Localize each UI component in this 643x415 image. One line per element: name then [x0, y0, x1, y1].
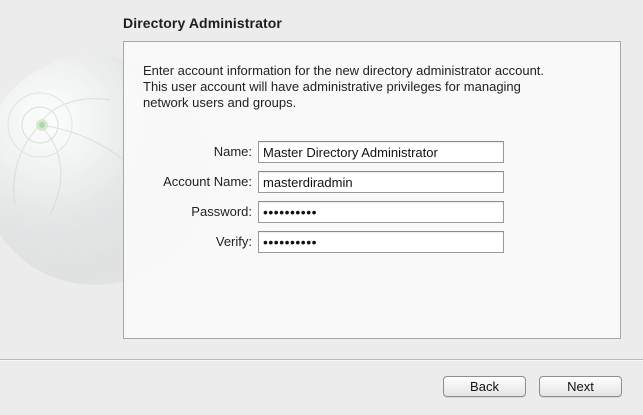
account-name-row: Account Name:: [124, 171, 622, 193]
back-button[interactable]: Back: [443, 376, 526, 397]
next-button[interactable]: Next: [539, 376, 622, 397]
password-label: Password:: [191, 204, 252, 219]
description-line-3: network users and groups.: [143, 95, 297, 110]
verify-field[interactable]: [258, 231, 504, 253]
password-field[interactable]: [258, 201, 504, 223]
description-text: Enter account information for the new di…: [143, 63, 613, 111]
name-label: Name:: [213, 144, 252, 159]
content-panel: Enter account information for the new di…: [123, 41, 621, 339]
description-line-1: Enter account information for the new di…: [143, 63, 545, 78]
verify-row: Verify:: [124, 231, 622, 253]
account-name-label: Account Name:: [163, 174, 252, 189]
name-field[interactable]: [258, 141, 504, 163]
footer-divider-highlight: [0, 360, 643, 361]
account-name-field[interactable]: [258, 171, 504, 193]
verify-label: Verify:: [215, 234, 252, 249]
name-row: Name:: [124, 141, 622, 163]
password-row: Password:: [124, 201, 622, 223]
description-line-2: This user account will have administrati…: [143, 79, 521, 94]
page-title: Directory Administrator: [123, 15, 282, 31]
